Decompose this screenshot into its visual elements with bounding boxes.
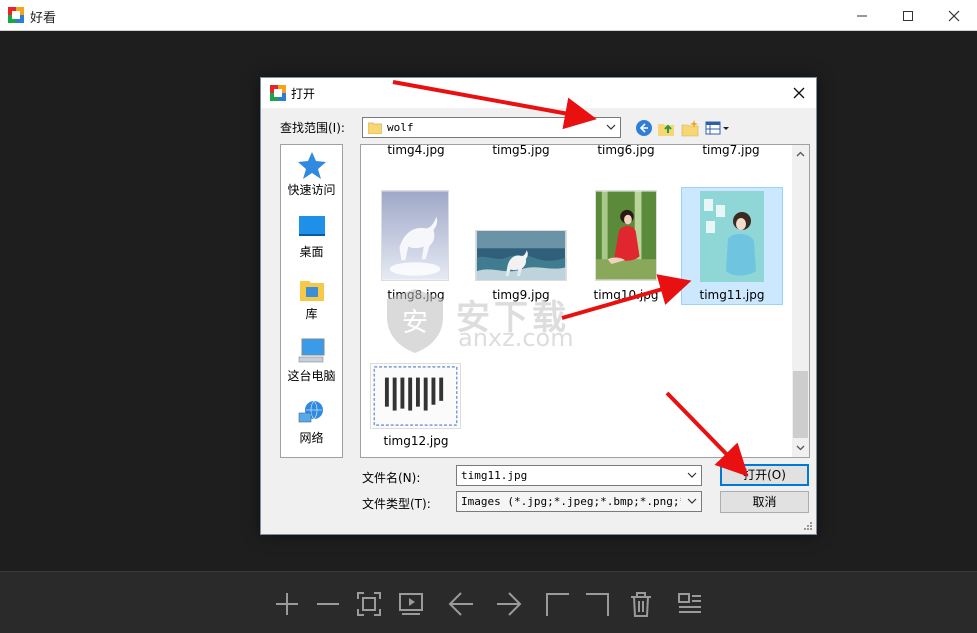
previous-icon[interactable] (447, 590, 475, 618)
cancel-button[interactable]: 取消 (720, 491, 809, 513)
watermark-shield-icon: 安 (387, 289, 443, 353)
thumbnail-calligraphy (370, 363, 461, 429)
place-label: 桌面 (299, 245, 324, 259)
close-icon (793, 87, 805, 99)
info-list-icon[interactable] (676, 590, 704, 618)
filetype-value: Images (*.jpg;*.jpeg;*.bmp;*.png;*.ti (461, 495, 681, 508)
fit-icon[interactable] (355, 590, 383, 618)
scrollbar-thumb[interactable] (793, 371, 808, 438)
rotate-left-icon[interactable] (543, 590, 571, 618)
minimize-icon (857, 15, 867, 16)
place-label: 网络 (299, 431, 324, 445)
file-name[interactable]: timg7.jpg (681, 145, 781, 157)
watermark-url: anxz.com (458, 324, 574, 352)
close-icon (948, 10, 960, 21)
dialog-close-button[interactable] (784, 78, 814, 108)
place-label: 库 (305, 307, 318, 321)
lookin-combobox[interactable]: wolf (362, 117, 621, 138)
place-label: 这台电脑 (287, 369, 336, 383)
viewer-toolbar (0, 571, 977, 633)
file-name: timg11.jpg (699, 288, 765, 302)
next-icon[interactable] (495, 590, 523, 618)
maximize-button[interactable] (885, 0, 931, 31)
thumbnail-girl-blue-dress (700, 191, 764, 282)
thumbnail-girl-red-dress (595, 190, 657, 281)
lookin-label: 查找范围(I): (280, 121, 345, 135)
new-folder-icon[interactable] (681, 119, 699, 137)
svg-text:安: 安 (402, 308, 428, 338)
chevron-down-icon (687, 472, 697, 478)
filetype-label: 文件类型(T): (362, 497, 431, 511)
dialog-titlebar: 打开 (261, 78, 816, 108)
thumbnail-horse-sea (475, 230, 567, 281)
file-name[interactable]: timg5.jpg (471, 145, 571, 157)
resize-grip-icon[interactable] (803, 521, 813, 531)
app-titlebar: 好看 (0, 0, 977, 31)
filename-input[interactable]: timg11.jpg (456, 465, 702, 486)
thumbnail-white-horse (381, 190, 449, 281)
minus-icon[interactable] (314, 590, 342, 618)
app-title: 好看 (30, 11, 57, 26)
chevron-down-icon (687, 498, 697, 504)
place-this-pc[interactable]: 这台电脑 (281, 333, 342, 391)
scroll-up-icon[interactable] (796, 151, 805, 157)
place-network[interactable]: 网络 (281, 395, 342, 453)
desktop-icon (299, 216, 325, 236)
file-name[interactable]: timg6.jpg (576, 145, 676, 157)
maximize-icon (903, 10, 913, 21)
close-window-button[interactable] (931, 0, 977, 31)
open-button[interactable]: 打开(O) (720, 464, 809, 486)
view-menu-icon[interactable] (705, 119, 731, 137)
folder-icon (368, 122, 382, 134)
minimize-button[interactable] (839, 0, 885, 31)
vertical-scrollbar[interactable] (792, 145, 809, 457)
app-logo-icon (8, 7, 24, 23)
computer-icon (298, 338, 325, 363)
app-logo-icon (270, 85, 286, 101)
delete-icon[interactable] (627, 590, 655, 618)
place-quick-access[interactable]: 快速访问 (281, 147, 342, 205)
file-name: timg12.jpg (383, 434, 449, 448)
up-folder-icon[interactable] (657, 119, 675, 137)
star-icon (298, 152, 326, 179)
slideshow-icon[interactable] (397, 590, 425, 618)
rotate-right-icon[interactable] (584, 590, 612, 618)
filename-value: timg11.jpg (461, 469, 528, 482)
chevron-down-icon (606, 124, 616, 130)
library-icon (300, 281, 324, 301)
lookin-value: wolf (387, 121, 414, 134)
network-icon (298, 400, 323, 423)
filename-label: 文件名(N): (362, 471, 421, 485)
place-library[interactable]: 库 (281, 271, 342, 329)
place-label: 快速访问 (287, 183, 336, 197)
back-icon[interactable] (635, 119, 653, 137)
places-bar: 快速访问 桌面 库 这台电脑 网络 (280, 144, 343, 458)
list-item-selected[interactable]: timg11.jpg (681, 187, 783, 305)
scroll-down-icon[interactable] (796, 445, 805, 451)
file-name[interactable]: timg4.jpg (366, 145, 466, 157)
filetype-select[interactable]: Images (*.jpg;*.jpeg;*.bmp;*.png;*.ti (456, 491, 702, 512)
file-name: timg10.jpg (593, 288, 659, 302)
dialog-title: 打开 (291, 87, 316, 101)
add-icon[interactable] (273, 590, 301, 618)
place-desktop[interactable]: 桌面 (281, 209, 342, 267)
